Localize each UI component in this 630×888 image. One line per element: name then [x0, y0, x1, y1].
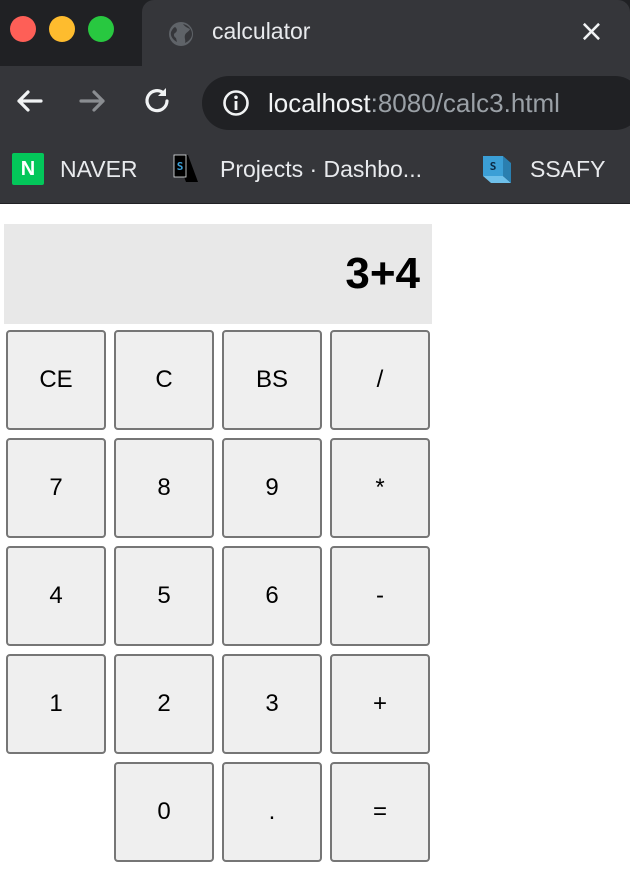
info-icon[interactable]	[222, 89, 250, 117]
window-controls	[10, 16, 114, 42]
calculator: 3+4	[4, 224, 432, 324]
multiply-button[interactable]: *	[330, 438, 430, 538]
clear-button[interactable]: C	[114, 330, 214, 430]
close-window-button[interactable]	[10, 16, 36, 42]
bookmark-naver[interactable]: N NAVER	[12, 152, 138, 186]
url-path: :8080/calc3.html	[370, 88, 560, 118]
globe-icon	[169, 22, 193, 46]
tab-strip: calculator ×	[0, 0, 630, 66]
equals-button[interactable]: =	[330, 762, 430, 862]
decimal-button[interactable]: .	[222, 762, 322, 862]
clear-entry-button[interactable]: CE	[6, 330, 106, 430]
browser-chrome: calculator × localhost:8080/calc3.html N…	[0, 0, 630, 204]
naver-icon: N	[12, 153, 44, 185]
subtract-button[interactable]: -	[330, 546, 430, 646]
url-host: localhost	[268, 88, 371, 118]
digit-7-button[interactable]: 7	[6, 438, 106, 538]
address-bar[interactable]: localhost:8080/calc3.html	[202, 76, 630, 130]
digit-5-button[interactable]: 5	[114, 546, 214, 646]
browser-toolbar: localhost:8080/calc3.html	[0, 66, 630, 138]
calculator-display: 3+4	[4, 224, 432, 324]
digit-2-button[interactable]: 2	[114, 654, 214, 754]
close-tab-icon[interactable]: ×	[579, 17, 604, 47]
bookmark-ssafy[interactable]: S SSAFY	[480, 152, 605, 186]
bookmarks-bar: N NAVER S Projects · Dashbo... S SSAFY	[0, 138, 630, 204]
add-button[interactable]: +	[330, 654, 430, 754]
svg-text:S: S	[177, 160, 184, 173]
zoom-window-button[interactable]	[88, 16, 114, 42]
display-value: 3+4	[345, 249, 420, 298]
digit-0-button[interactable]: 0	[114, 762, 214, 862]
keypad: CE C BS / 7 8 9 * 4 5 6 - 1 2 3 + 0 . =	[6, 330, 436, 870]
digit-1-button[interactable]: 1	[6, 654, 106, 754]
reload-icon[interactable]	[140, 84, 174, 118]
tab-title: calculator	[212, 18, 311, 44]
digit-4-button[interactable]: 4	[6, 546, 106, 646]
browser-tab[interactable]: calculator ×	[142, 0, 630, 66]
digit-6-button[interactable]: 6	[222, 546, 322, 646]
bookmark-projects[interactable]: S Projects · Dashbo...	[170, 152, 422, 186]
bookmark-label: SSAFY	[530, 155, 606, 182]
digit-9-button[interactable]: 9	[222, 438, 322, 538]
bookmark-label: NAVER	[60, 155, 138, 182]
svg-text:S: S	[490, 160, 497, 173]
url-text: localhost:8080/calc3.html	[268, 88, 560, 119]
ssafy-s-icon: S	[173, 154, 198, 182]
divide-button[interactable]: /	[330, 330, 430, 430]
ssafy-folder-icon: S	[483, 156, 511, 183]
digit-8-button[interactable]: 8	[114, 438, 214, 538]
arrow-right-icon[interactable]	[76, 84, 110, 118]
backspace-button[interactable]: BS	[222, 330, 322, 430]
bookmark-label: Projects · Dashbo...	[220, 155, 422, 182]
arrow-left-icon[interactable]	[12, 84, 46, 118]
minimize-window-button[interactable]	[49, 16, 75, 42]
digit-3-button[interactable]: 3	[222, 654, 322, 754]
